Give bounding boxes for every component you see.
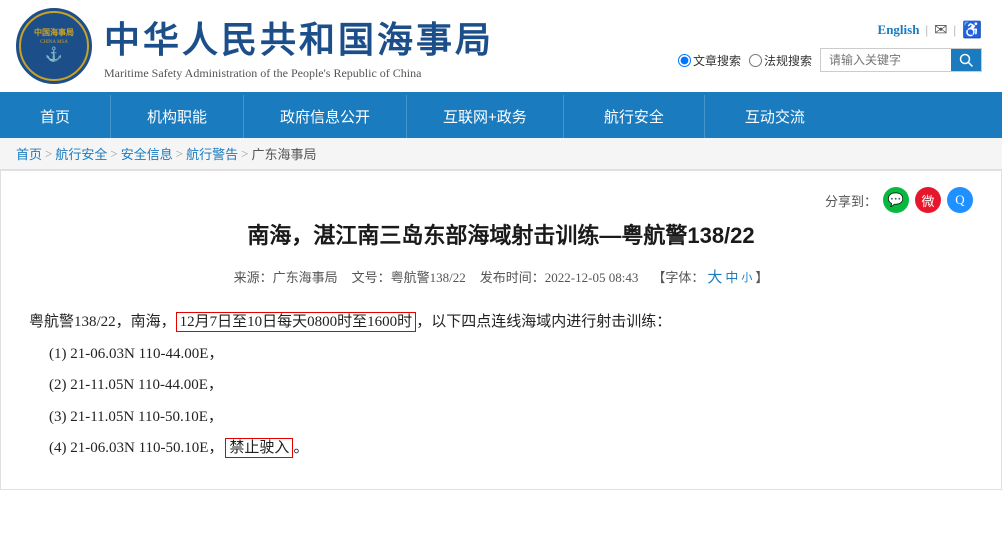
share-label: 分享到： — [825, 191, 877, 210]
breadcrumb-sep1: > — [45, 146, 52, 162]
meta-source: 来源：广东海事局 — [234, 267, 338, 286]
share-row: 分享到： 💬 微 Q — [29, 187, 973, 213]
forbidden-suffix: 。 — [293, 440, 308, 456]
source-value: 广东海事局 — [273, 270, 338, 285]
meta-date: 发布时间：2022-12-05 08:43 — [480, 267, 639, 286]
site-title-cn: 中华人民共和国海事局 — [104, 11, 494, 63]
nav-item-safety[interactable]: 航行安全 — [564, 95, 705, 138]
highlight-date: 12月7日至10日每天0800时至1600时 — [176, 312, 417, 332]
intro-cont: ，以下四点连线海域内进行射击训练： — [416, 314, 671, 330]
share-weibo-icon[interactable]: 微 — [915, 187, 941, 213]
article-container: 分享到： 💬 微 Q 南海，湛江南三岛东部海域射击训练—粤航警138/22 来源… — [0, 170, 1002, 490]
share-qq-icon[interactable]: Q — [947, 187, 973, 213]
breadcrumb-sep4: > — [241, 146, 248, 162]
font-bracket-close: 】 — [755, 267, 768, 286]
doc-label: 文号： — [352, 270, 391, 285]
radio-article-input[interactable] — [678, 54, 691, 67]
radio-law-input[interactable] — [749, 54, 762, 67]
nav-item-interact[interactable]: 互动交流 — [705, 95, 845, 138]
point4-text: (4) 21-06.03N 110-50.10E， — [49, 440, 223, 456]
search-button[interactable] — [951, 49, 981, 71]
nav-item-org[interactable]: 机构职能 — [111, 95, 244, 138]
font-large[interactable]: 大 — [707, 266, 722, 287]
date-label: 发布时间： — [480, 270, 545, 285]
article-intro-para: 粤航警138/22，南海，12月7日至10日每天0800时至1600时，以下四点… — [29, 307, 973, 339]
article-meta: 来源：广东海事局 文号：粤航警138/22 发布时间：2022-12-05 08… — [29, 266, 973, 287]
list-item-2: (2) 21-11.05N 110-44.00E， — [49, 370, 973, 402]
font-medium[interactable]: 中 — [725, 267, 738, 286]
meta-font: 【字体： 大 中 小 】 — [652, 266, 768, 287]
breadcrumb: 首页 > 航行安全 > 安全信息 > 航行警告 > 广东海事局 — [0, 138, 1002, 170]
article-body: 粤航警138/22，南海，12月7日至10日每天0800时至1600时，以下四点… — [29, 307, 973, 465]
nav-item-internet[interactable]: 互联网+政务 — [407, 95, 564, 138]
breadcrumb-sep3: > — [176, 146, 183, 162]
font-small[interactable]: 小 — [741, 269, 752, 285]
search-area: 文章搜索 法规搜索 — [678, 48, 982, 72]
font-bracket-open: 【字体： — [652, 267, 704, 286]
header-right: English | ✉ | ♿ 文章搜索 法规搜索 — [678, 20, 982, 72]
breadcrumb-safety[interactable]: 航行安全 — [55, 144, 107, 163]
article-title: 南海，湛江南三岛东部海域射击训练—粤航警138/22 — [29, 219, 973, 252]
meta-doc: 文号：粤航警138/22 — [352, 267, 466, 286]
date-value: 2022-12-05 08:43 — [545, 270, 639, 285]
nav-item-home[interactable]: 首页 — [0, 95, 111, 138]
list-item-1: (1) 21-06.03N 110-44.00E， — [49, 339, 973, 371]
english-link[interactable]: English — [878, 22, 920, 38]
main-nav: 首页 机构职能 政府信息公开 互联网+政务 航行安全 互动交流 — [0, 95, 1002, 138]
source-label: 来源： — [234, 270, 273, 285]
header-title-block: 中华人民共和国海事局 Maritime Safety Administratio… — [104, 11, 494, 81]
breadcrumb-current: 广东海事局 — [251, 144, 316, 163]
separator1: | — [925, 22, 928, 38]
list-item-4: (4) 21-06.03N 110-50.10E，禁止驶入。 — [49, 433, 973, 465]
radio-article[interactable]: 文章搜索 — [678, 52, 741, 69]
header: 中国海事局 CHINA MSA ⚓ 中华人民共和国海事局 Maritime Sa… — [0, 0, 1002, 92]
site-title-en: Maritime Safety Administration of the Pe… — [104, 66, 494, 81]
logo: 中国海事局 CHINA MSA ⚓ — [16, 8, 92, 84]
doc-value: 粤航警138/22 — [391, 270, 466, 285]
intro-text: 粤航警138/22，南海， — [29, 314, 176, 330]
breadcrumb-warning[interactable]: 航行警告 — [186, 144, 238, 163]
list-item-3: (3) 21-11.05N 110-50.10E， — [49, 402, 973, 434]
breadcrumb-info[interactable]: 安全信息 — [121, 144, 173, 163]
radio-law[interactable]: 法规搜索 — [749, 52, 812, 69]
nav-item-gov[interactable]: 政府信息公开 — [244, 95, 407, 138]
accessibility-icon[interactable]: ♿ — [962, 20, 982, 40]
search-input-wrapper — [820, 48, 982, 72]
search-input[interactable] — [821, 50, 951, 70]
email-icon[interactable]: ✉ — [934, 20, 947, 40]
forbidden-box: 禁止驶入 — [225, 438, 293, 458]
share-wechat-icon[interactable]: 💬 — [883, 187, 909, 213]
separator2: | — [953, 22, 956, 38]
breadcrumb-sep2: > — [110, 146, 117, 162]
header-left: 中国海事局 CHINA MSA ⚓ 中华人民共和国海事局 Maritime Sa… — [16, 8, 494, 84]
breadcrumb-home[interactable]: 首页 — [16, 144, 42, 163]
header-links: English | ✉ | ♿ — [878, 20, 982, 40]
